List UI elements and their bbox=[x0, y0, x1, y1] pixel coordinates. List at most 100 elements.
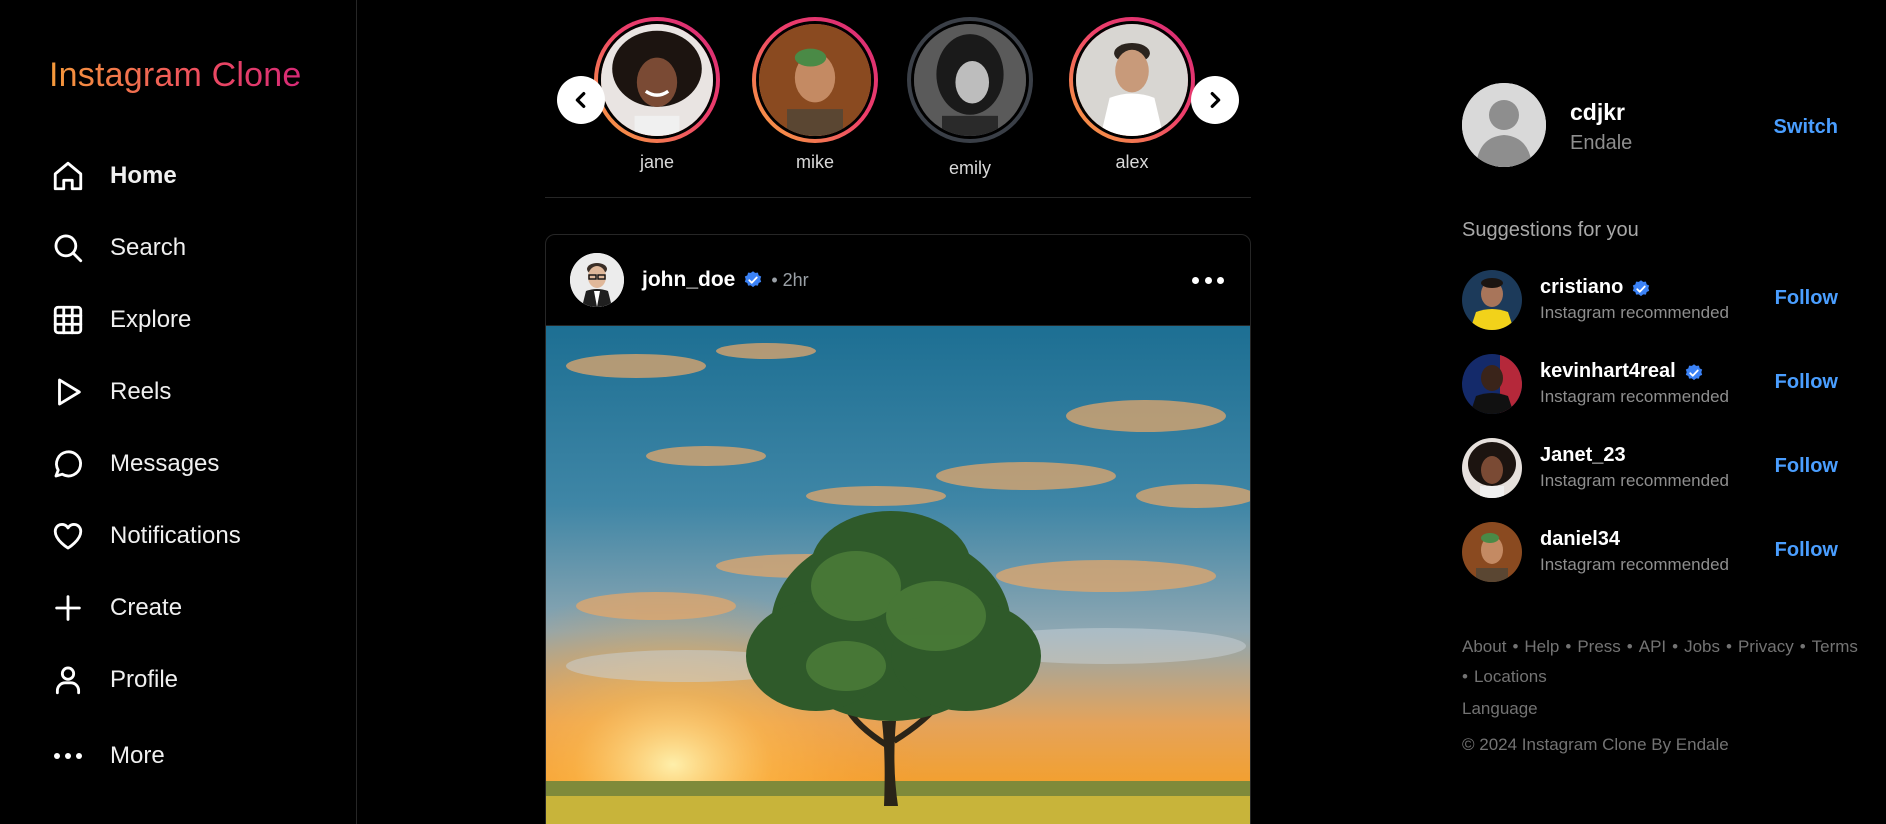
footer-link-locations[interactable]: Locations bbox=[1474, 667, 1547, 686]
post-image[interactable] bbox=[546, 326, 1250, 824]
footer-link-privacy[interactable]: Privacy bbox=[1738, 637, 1794, 656]
sidebar-item-label: Explore bbox=[110, 306, 192, 333]
suggestion-username[interactable]: daniel34 bbox=[1540, 528, 1620, 551]
feed-post: john_doe • 2hr bbox=[545, 234, 1251, 824]
suggestion-username[interactable]: kevinhart4real bbox=[1540, 360, 1704, 383]
sidebar-item-messages[interactable]: Messages bbox=[49, 428, 241, 500]
suggestion-subtitle: Instagram recommended bbox=[1540, 303, 1729, 322]
sidebar-item-create[interactable]: Create bbox=[49, 572, 241, 644]
sidebar-nav: Home Search Explore Reels Messages Notif… bbox=[49, 140, 241, 716]
dot bbox=[1204, 276, 1212, 284]
app-logo[interactable]: Instagram Clone bbox=[49, 56, 301, 95]
post-username[interactable]: john_doe bbox=[642, 268, 735, 292]
avatar bbox=[1073, 21, 1191, 139]
story-username: alex bbox=[1115, 152, 1149, 172]
user-icon bbox=[49, 661, 87, 699]
grid-icon bbox=[49, 301, 87, 339]
sidebar-item-label: Search bbox=[110, 234, 187, 261]
suggestion-username[interactable]: cristiano bbox=[1540, 276, 1651, 299]
post-timestamp: • 2hr bbox=[771, 269, 809, 290]
suggestion-row: daniel34 Instagram recommended Follow bbox=[1462, 522, 1862, 584]
footer-link-press[interactable]: Press bbox=[1577, 637, 1620, 656]
follow-button[interactable]: Follow bbox=[1775, 371, 1838, 394]
current-full-name: Endale bbox=[1570, 132, 1633, 154]
story-ring bbox=[594, 17, 720, 143]
chevron-right-icon bbox=[1210, 91, 1221, 109]
suggestion-subtitle: Instagram recommended bbox=[1540, 387, 1729, 406]
verified-badge-icon bbox=[1684, 362, 1704, 382]
avatar[interactable] bbox=[1462, 438, 1522, 498]
language-selector[interactable]: Language bbox=[1462, 699, 1538, 719]
separator: • bbox=[1672, 637, 1679, 656]
footer-link-help[interactable]: Help bbox=[1524, 637, 1559, 656]
search-icon bbox=[49, 229, 87, 267]
suggestion-row: kevinhart4real Instagram recommended Fol… bbox=[1462, 354, 1862, 416]
story-username: emily bbox=[948, 158, 991, 178]
follow-button[interactable]: Follow bbox=[1775, 287, 1838, 310]
copyright: © 2024 Instagram Clone By Endale bbox=[1462, 735, 1729, 754]
footer-link-about[interactable]: About bbox=[1462, 637, 1506, 656]
suggestion-username-text: cristiano bbox=[1540, 276, 1624, 298]
dot bbox=[1192, 276, 1199, 284]
current-user-card: cdjkr Endale Switch bbox=[1462, 83, 1862, 169]
suggestion-username[interactable]: Janet_23 bbox=[1540, 444, 1626, 467]
story-username: mike bbox=[795, 152, 834, 172]
sidebar-item-more[interactable]: More bbox=[49, 732, 165, 780]
stories-bar: jane mike emily alex bbox=[545, 0, 1251, 198]
separator: • bbox=[1462, 667, 1468, 686]
current-username[interactable]: cdjkr bbox=[1570, 99, 1625, 126]
story-item[interactable]: alex bbox=[1069, 17, 1195, 173]
suggestion-subtitle: Instagram recommended bbox=[1540, 471, 1729, 490]
separator: • bbox=[1512, 637, 1519, 656]
avatar[interactable] bbox=[570, 253, 624, 307]
sidebar-item-reels[interactable]: Reels bbox=[49, 356, 241, 428]
avatar[interactable] bbox=[1462, 270, 1522, 330]
separator: • bbox=[1565, 637, 1572, 656]
sidebar-item-label: Reels bbox=[110, 378, 172, 405]
follow-button[interactable]: Follow bbox=[1775, 539, 1838, 562]
sidebar-item-explore[interactable]: Explore bbox=[49, 284, 241, 356]
sidebar-item-search[interactable]: Search bbox=[49, 212, 241, 284]
sidebar-item-label: Home bbox=[110, 162, 177, 189]
separator: • bbox=[1626, 637, 1633, 656]
story-ring bbox=[907, 17, 1033, 143]
avatar bbox=[598, 21, 716, 139]
stories-prev-button[interactable] bbox=[557, 76, 605, 124]
suggestion-row: cristiano Instagram recommended Follow bbox=[1462, 270, 1862, 332]
heart-icon bbox=[49, 517, 87, 555]
post-options-button[interactable] bbox=[1192, 270, 1224, 290]
follow-button[interactable]: Follow bbox=[1775, 455, 1838, 478]
avatar bbox=[756, 21, 874, 139]
sidebar-item-label: Profile bbox=[110, 666, 179, 693]
suggestion-subtitle: Instagram recommended bbox=[1540, 555, 1729, 574]
story-ring bbox=[752, 17, 878, 143]
sidebar: Instagram Clone Home Search Explore Reel… bbox=[0, 0, 357, 824]
avatar[interactable] bbox=[1462, 83, 1546, 167]
footer-link-jobs[interactable]: Jobs bbox=[1684, 637, 1720, 656]
footer-link-terms[interactable]: Terms bbox=[1812, 637, 1858, 656]
suggestions-title: Suggestions for you bbox=[1462, 219, 1639, 241]
suggestion-username-text: Janet_23 bbox=[1540, 444, 1626, 466]
avatar[interactable] bbox=[1462, 522, 1522, 582]
sidebar-item-home[interactable]: Home bbox=[49, 140, 241, 212]
separator: • bbox=[1726, 637, 1732, 656]
story-ring bbox=[1069, 17, 1195, 143]
story-item[interactable]: emily bbox=[907, 17, 1033, 179]
separator: • bbox=[1799, 637, 1806, 656]
story-username: jane bbox=[639, 152, 675, 172]
sidebar-item-label: Messages bbox=[110, 450, 220, 477]
suggestion-username-text: kevinhart4real bbox=[1540, 360, 1676, 382]
sidebar-item-label: Notifications bbox=[110, 522, 241, 549]
sidebar-item-profile[interactable]: Profile bbox=[49, 644, 241, 716]
play-icon bbox=[49, 373, 87, 411]
footer-link-api[interactable]: API bbox=[1639, 637, 1666, 656]
story-item[interactable]: mike bbox=[752, 17, 878, 173]
sidebar-item-label: More bbox=[110, 742, 165, 769]
sidebar-item-notifications[interactable]: Notifications bbox=[49, 500, 241, 572]
avatar[interactable] bbox=[1462, 354, 1522, 414]
story-item[interactable]: jane bbox=[594, 17, 720, 173]
post-header: john_doe • 2hr bbox=[546, 235, 1250, 326]
switch-account-button[interactable]: Switch bbox=[1774, 116, 1838, 139]
stories-next-button[interactable] bbox=[1191, 76, 1239, 124]
more-dots-icon bbox=[49, 737, 87, 775]
